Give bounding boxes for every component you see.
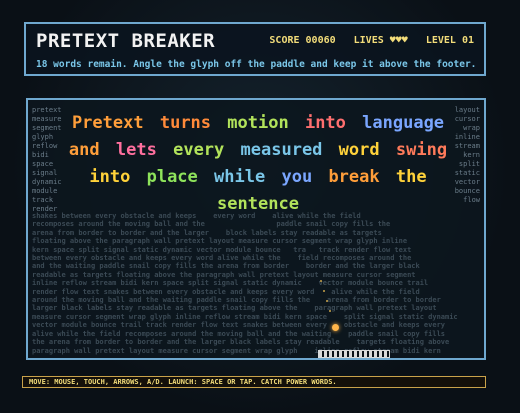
word-brick: Pretext xyxy=(71,113,144,133)
word-brick: motion xyxy=(227,113,289,133)
word-brick: break xyxy=(328,167,380,187)
stats-bar: SCORE 00060 LIVES ♥♥♥ LEVEL 01 xyxy=(269,35,474,46)
hud-panel: PRETEXT BREAKER SCORE 00060 LIVES ♥♥♥ LE… xyxy=(24,22,486,76)
background-line: floating above the paragraph wall pretex… xyxy=(32,237,408,246)
background-line: measure cursor segment wrap glyph inline… xyxy=(32,312,458,321)
ball-trail-dot xyxy=(329,310,331,312)
paddle[interactable] xyxy=(318,350,390,358)
background-line: around the moving ball and the waiting p… xyxy=(32,296,441,305)
ball-trail-dot xyxy=(320,280,322,282)
target-sentence: Pretext turns motion into language and l… xyxy=(48,110,468,218)
word-brick: while xyxy=(214,167,266,187)
background-paragraph: shakes between every obstacle and keeps … xyxy=(32,212,482,355)
game-title: PRETEXT BREAKER xyxy=(36,30,216,52)
word-brick: word xyxy=(338,140,380,160)
word-brick: sentence xyxy=(217,194,299,214)
ball-trail-dot xyxy=(323,290,325,292)
score-readout: SCORE 00060 xyxy=(269,35,336,46)
ball-trail-dot xyxy=(326,300,328,302)
background-line: paragraph wall pretext layout measure cu… xyxy=(32,346,441,355)
word-brick: lets xyxy=(115,140,157,160)
background-line: render flow text snakes between every ob… xyxy=(32,287,420,296)
background-line: alive while the field recomposes around … xyxy=(32,329,446,338)
word-brick: place xyxy=(146,167,198,187)
background-line: vector module bounce trail track render … xyxy=(32,321,446,330)
background-line: larger black labels stay readable as tar… xyxy=(32,304,437,313)
game-playfield[interactable]: shakes between every obstacle and keeps … xyxy=(26,98,486,360)
word-brick: the xyxy=(395,167,427,187)
word-brick: you xyxy=(281,167,313,187)
background-line: and the waiting paddle snail copy fills … xyxy=(32,262,420,271)
ball xyxy=(332,324,339,331)
lives-readout: LIVES ♥♥♥ xyxy=(353,35,408,46)
word-brick: every xyxy=(173,140,225,160)
background-line: recomposes around the moving ball and th… xyxy=(32,220,391,229)
background-line: arena from border to border and the larg… xyxy=(32,228,382,237)
background-line: between every obstacle and keeps every w… xyxy=(32,254,412,263)
background-line: the arena from border to border and the … xyxy=(32,338,450,347)
word-brick: and xyxy=(68,140,100,160)
background-line: kern space split signal static dynamic v… xyxy=(32,245,412,254)
controls-footer: MOVE: MOUSE, TOUCH, ARROWS, A/D. LAUNCH:… xyxy=(22,376,486,388)
word-brick: turns xyxy=(159,113,212,133)
word-brick: into xyxy=(304,113,346,133)
background-line: inline reflow stream bidi kern space spl… xyxy=(32,279,429,288)
word-brick: swing xyxy=(395,140,448,160)
word-brick: measured xyxy=(240,140,323,160)
background-line: readable as targets floating above the p… xyxy=(32,270,416,279)
level-readout: LEVEL 01 xyxy=(425,35,474,46)
status-message: 18 words remain. Angle the glyph off the… xyxy=(36,59,477,70)
word-brick: into xyxy=(89,167,131,187)
word-brick: language xyxy=(362,113,445,133)
